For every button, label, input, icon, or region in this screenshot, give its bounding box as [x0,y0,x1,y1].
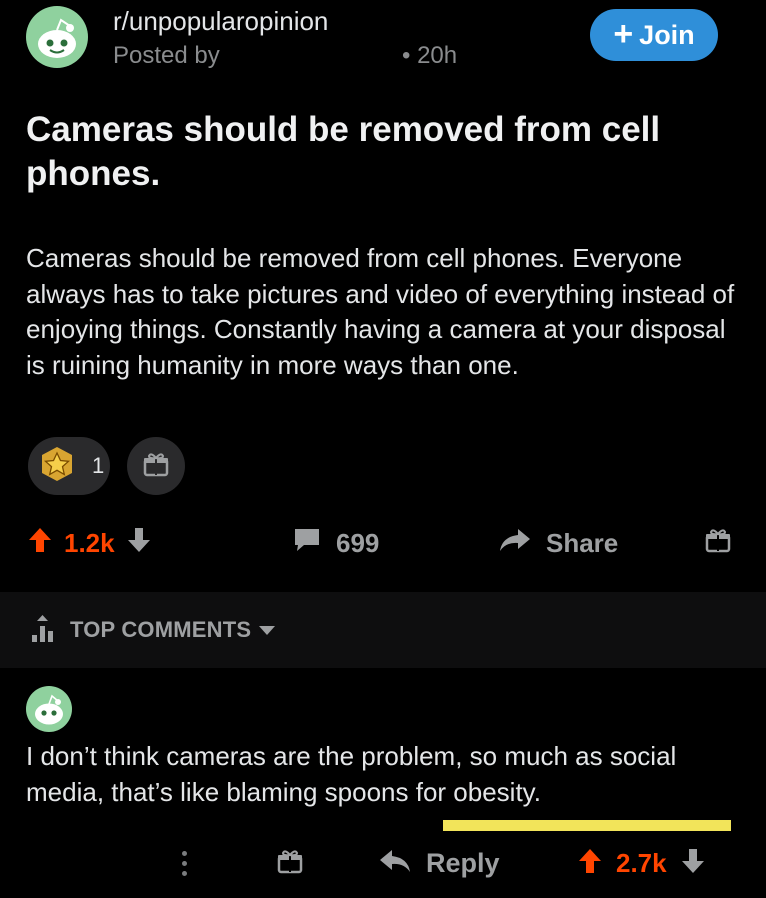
comment-award-button[interactable] [276,838,304,888]
award-button[interactable] [704,518,732,568]
comment-text: I don’t think cameras are the problem, s… [26,741,677,807]
more-options-icon[interactable] [182,838,187,888]
award-badge[interactable]: 1 [28,437,110,495]
subreddit-name[interactable]: r/unpopularopinion [113,6,328,37]
commenter-avatar-icon[interactable] [26,686,72,732]
downvote-icon[interactable] [681,847,705,880]
sort-label: TOP COMMENTS [70,617,252,642]
post-title[interactable]: Cameras should be removed from cell phon… [26,108,726,196]
comments-button[interactable]: 699 [292,518,379,568]
gift-icon [704,526,732,561]
join-label: Join [639,19,695,50]
post-body: Cameras should be removed from cell phon… [26,243,735,380]
vote-count: 1.2k [64,527,115,558]
reply-button[interactable]: Reply [378,838,500,888]
post-header: r/unpopularopinion Posted by • 20h + Joi… [0,0,766,100]
comment-vote-count: 2.7k [616,847,667,878]
highlight-underline [443,820,731,831]
reply-label: Reply [426,847,500,878]
post-age: • 20h [402,42,458,69]
upvote-icon[interactable] [28,526,52,561]
join-button[interactable]: + Join [590,9,718,61]
plus-icon: + [613,14,634,53]
share-label: Share [546,527,619,558]
caret-down-icon [259,625,276,635]
comment-icon [292,526,322,561]
posted-by-label: Posted by [113,42,220,69]
gift-icon [276,847,304,880]
share-icon [498,526,532,561]
give-award-button[interactable] [127,437,185,495]
comment-vote-control: 2.7k [578,838,705,888]
share-button[interactable]: Share [498,518,618,568]
vote-control: 1.2k [28,518,151,568]
comment-sort-bar[interactable]: TOP COMMENTS [0,592,766,668]
award-count: 1 [92,453,105,478]
comment-count: 699 [336,527,380,558]
subreddit-avatar-icon[interactable] [26,6,88,68]
award-icon [36,443,78,490]
reply-icon [378,847,412,880]
post-action-bar: 1.2k 699 Share [0,518,766,568]
upvote-icon[interactable] [578,847,602,880]
sort-icon [30,613,60,648]
comment-action-bar: Reply 2.7k [0,838,766,888]
gift-icon [142,450,170,483]
downvote-icon[interactable] [127,526,151,561]
